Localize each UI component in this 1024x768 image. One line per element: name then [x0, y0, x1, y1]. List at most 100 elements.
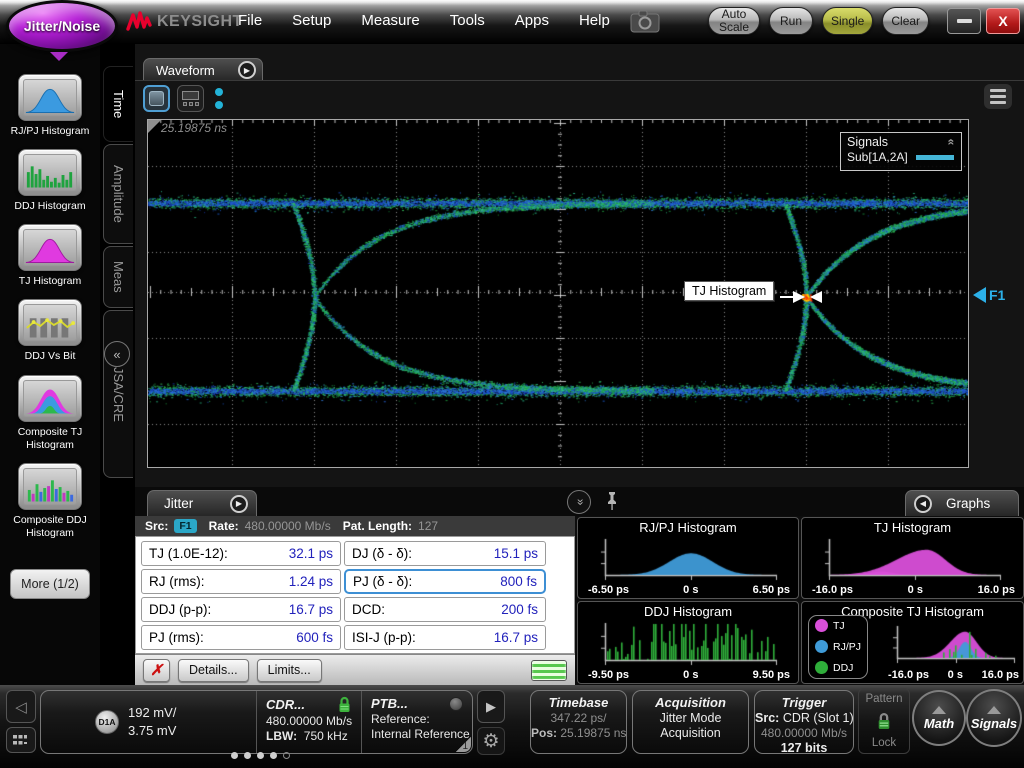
channel-section[interactable]: D1A 192 mV/ 3.75 mV — [41, 691, 256, 753]
pin-icon[interactable] — [605, 491, 619, 516]
measurement-tj[interactable]: TJ (1.0E-12):32.1 ps — [141, 541, 341, 566]
pattern-lock-panel[interactable]: Pattern Lock — [858, 688, 910, 754]
run-button[interactable]: Run — [769, 7, 813, 35]
app-mode-badge[interactable]: Jitter/Noise — [6, 0, 118, 52]
measurement-rj[interactable]: RJ (rms):1.24 ps — [141, 569, 341, 594]
more-graphs-button[interactable]: More (1/2) — [10, 569, 90, 599]
close-measurement-button[interactable]: ✗ — [143, 659, 170, 682]
waveform-menu-button[interactable] — [984, 84, 1012, 109]
scroll-panels-right-button[interactable]: ▶ — [477, 690, 505, 723]
toolbar-handle-icon[interactable] — [215, 88, 223, 109]
tab-jsa-cre[interactable]: JSA/CRE — [103, 310, 133, 478]
collapse-sidebar-button[interactable]: « — [104, 341, 130, 367]
timebase-panel[interactable]: Timebase 347.22 ps/ Pos: 25.19875 ns — [530, 690, 627, 754]
math-button[interactable]: Math — [912, 690, 966, 746]
graph-tile-composite-tj-histogram[interactable]: Composite TJ Histogram TJ RJ/PJ DDJ -16.… — [801, 601, 1024, 684]
jitter-tab-menu-button[interactable]: ▶ — [230, 495, 248, 513]
sidebar-item-composite-tj-histogram[interactable]: Composite TJ Histogram — [3, 375, 97, 452]
sidebar-item-ddj-histogram[interactable]: DDJ Histogram — [3, 149, 97, 213]
single-view-layout-button[interactable] — [143, 85, 170, 112]
channel-badge[interactable]: D1A — [95, 710, 119, 734]
collapse-legend-icon[interactable]: « — [945, 139, 959, 146]
jitter-results-panel: Src: F1 Rate: 480.00000 Mb/s Pat. Length… — [135, 516, 575, 685]
screenshot-camera-icon[interactable] — [630, 10, 660, 38]
ptb-page-corner[interactable]: 1 — [453, 734, 471, 752]
eye-diagram-canvas[interactable] — [148, 120, 968, 467]
sidebar-item-label: DDJ Vs Bit — [3, 350, 97, 363]
sidebar-item-ddj-vs-bit[interactable]: DDJ Vs Bit — [3, 299, 97, 363]
clear-button[interactable]: Clear — [882, 7, 929, 35]
measurement-dj[interactable]: DJ (δ - δ):15.1 ps — [344, 541, 546, 566]
eye-diagram-plot: 25.19875 ns Signals « Sub[1A,2A] TJ Hist… — [147, 119, 969, 468]
lock-label: Lock — [872, 737, 896, 749]
graphs-tab[interactable]: ◀ Graphs — [905, 490, 1019, 516]
graphs-tab-label: Graphs — [946, 496, 990, 511]
measurement-dcd[interactable]: DCD:200 fs — [344, 597, 546, 622]
x-tick-label: 0 s — [683, 584, 698, 596]
tab-time[interactable]: Time — [103, 66, 133, 142]
single-button[interactable]: Single — [822, 7, 873, 35]
app-mode-dropdown-caret-icon[interactable] — [50, 52, 68, 61]
x-tick-label: -16.0 ps — [812, 584, 853, 596]
menu-measure[interactable]: Measure — [361, 12, 419, 29]
ptb-section[interactable]: PTB... Reference: Internal Reference 1 — [361, 691, 472, 753]
menu-tools[interactable]: Tools — [450, 12, 485, 29]
sidebar-item-tj-histogram[interactable]: TJ Histogram — [3, 224, 97, 288]
sidebar-item-rjpj-histogram[interactable]: RJ/PJ Histogram — [3, 74, 97, 138]
measurement-ddj[interactable]: DDJ (p-p):16.7 ps — [141, 597, 341, 622]
menu-help[interactable]: Help — [579, 12, 610, 29]
grid-view-layout-button[interactable] — [177, 85, 204, 112]
waveform-tab-menu-button[interactable]: ▶ — [238, 61, 256, 79]
graph-tile-ddj-histogram[interactable]: DDJ Histogram -9.50 ps 0 s 9.50 ps — [577, 601, 799, 684]
measurement-pj-rms[interactable]: PJ (rms):600 fs — [141, 625, 341, 650]
keysight-logo: KEYSIGHT — [126, 10, 243, 34]
signals-button[interactable]: Signals — [966, 689, 1022, 747]
measurement-isij[interactable]: ISI-J (p-p):16.7 ps — [344, 625, 546, 650]
acquisition-mode-line1: Jitter Mode — [633, 711, 748, 725]
composite-tj-icon — [23, 380, 77, 417]
graph-title: TJ Histogram — [802, 520, 1023, 535]
tab-meas[interactable]: Meas — [103, 246, 133, 308]
triangle-up-icon — [932, 706, 946, 714]
details-button[interactable]: Details... — [178, 659, 249, 682]
limits-button[interactable]: Limits... — [257, 659, 322, 682]
menu-file[interactable]: File — [238, 12, 262, 29]
jitter-actions-strip: ✗ Details... Limits... — [135, 654, 575, 685]
pattern-label: Pattern — [865, 693, 902, 705]
jitter-tab[interactable]: Jitter ▶ — [147, 490, 257, 516]
ptb-title: PTB... — [371, 696, 408, 711]
trigger-panel[interactable]: Trigger Src: CDR (Slot 1) 480.00000 Mb/s… — [754, 690, 854, 754]
channel-settings-panel: D1A 192 mV/ 3.75 mV CDR... 480.00000 Mb/… — [40, 690, 473, 754]
f1-trace-marker[interactable]: F1 — [973, 287, 1005, 303]
menu-setup[interactable]: Setup — [292, 12, 331, 29]
tab-amplitude[interactable]: Amplitude — [103, 144, 133, 244]
rate-label: Rate: — [209, 519, 239, 533]
scroll-panels-left-button[interactable]: ◁ — [6, 690, 36, 723]
acquisition-panel[interactable]: Acquisition Jitter Mode Acquisition — [632, 690, 749, 754]
close-button[interactable]: X — [986, 8, 1020, 34]
minimize-button[interactable] — [947, 8, 981, 34]
sidebar-item-composite-ddj-histogram[interactable]: Composite DDJ Histogram — [3, 463, 97, 540]
tj-histogram-callout[interactable]: TJ Histogram — [684, 281, 774, 301]
collapse-panel-button[interactable]: « — [567, 490, 591, 514]
menu-apps[interactable]: Apps — [515, 12, 549, 29]
src-f1-badge[interactable]: F1 — [174, 519, 196, 533]
graph-tile-rjpj-histogram[interactable]: RJ/PJ Histogram -6.50 ps 0 s 6.50 ps — [577, 517, 799, 599]
graph-tile-tj-histogram[interactable]: TJ Histogram -16.0 ps 0 s 16.0 ps — [801, 517, 1024, 599]
settings-gear-button[interactable]: ⚙ — [477, 727, 505, 755]
x-tick-label: 16.0 ps — [978, 584, 1015, 596]
marker-arrow-left-icon — [810, 291, 822, 303]
signals-legend[interactable]: Signals « Sub[1A,2A] — [840, 132, 962, 171]
results-table-toggle-icon[interactable] — [531, 660, 567, 681]
composite-legend: TJ RJ/PJ DDJ — [808, 615, 868, 679]
status-bar: ◁ D1A 192 mV/ 3.75 mV CDR... 480.00000 M… — [0, 685, 1024, 768]
auto-scale-button[interactable]: Auto Scale — [708, 7, 760, 35]
panel-pagination-dots[interactable] — [231, 752, 290, 759]
trigger-bits-value: 127 bits — [755, 741, 853, 755]
waveform-tab[interactable]: Waveform ▶ — [143, 58, 263, 81]
cdr-section[interactable]: CDR... 480.00000 Mb/s LBW: 750 kHz — [256, 691, 361, 753]
panel-overview-button[interactable] — [6, 727, 36, 753]
signal-color-swatch — [916, 155, 954, 160]
graphs-tab-back-button[interactable]: ◀ — [914, 495, 932, 513]
measurement-pj-dd[interactable]: PJ (δ - δ):800 fs — [344, 569, 546, 594]
